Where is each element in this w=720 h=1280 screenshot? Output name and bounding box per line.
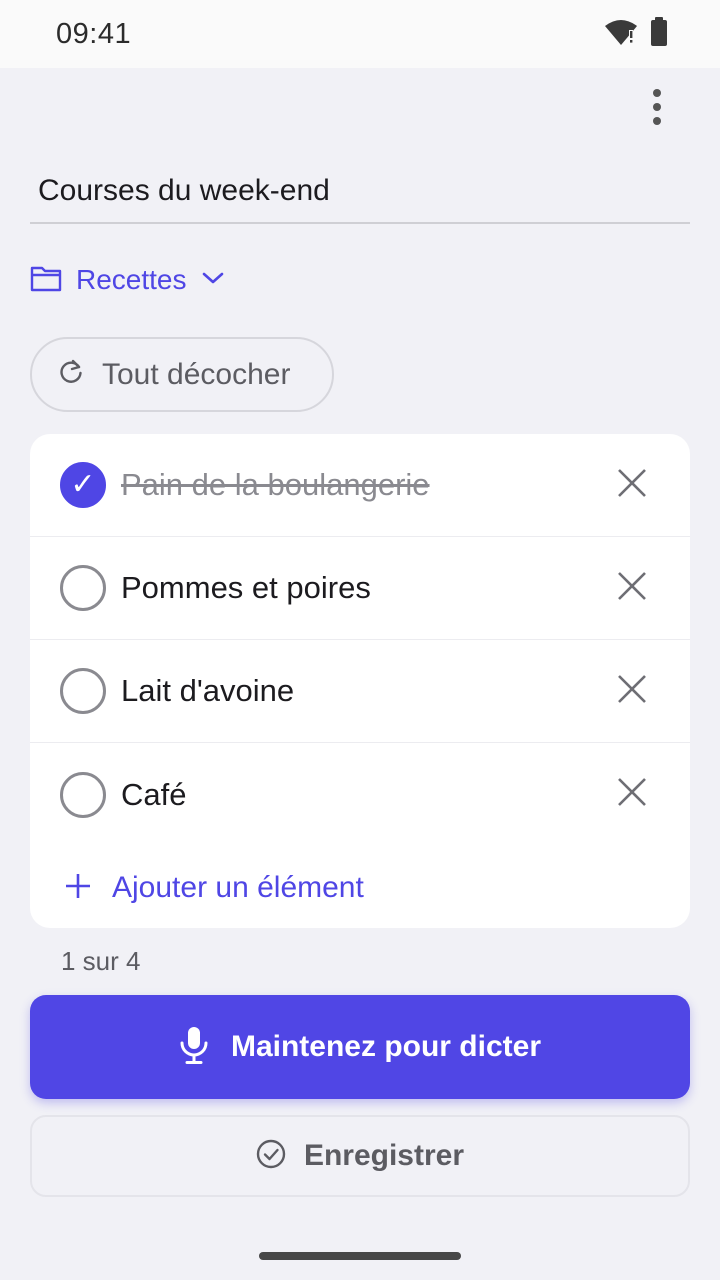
dictate-label: Maintenez pour dicter bbox=[230, 1030, 542, 1063]
battery-full-icon bbox=[650, 16, 668, 52]
item-checkbox[interactable] bbox=[60, 668, 106, 714]
microphone-icon bbox=[179, 1025, 209, 1070]
list-title-field[interactable]: Courses du week-end bbox=[30, 160, 690, 224]
save-button[interactable]: Enregistrer bbox=[30, 1115, 690, 1197]
remove-item-button[interactable] bbox=[608, 564, 656, 612]
uncheck-all-label: Tout décocher bbox=[102, 357, 291, 391]
item-checkbox[interactable] bbox=[60, 771, 106, 818]
check-icon: ✓ bbox=[70, 468, 96, 501]
item-label: Pain de la boulangerie bbox=[121, 467, 430, 502]
wifi-alert-icon bbox=[604, 17, 638, 52]
check-circle-icon bbox=[256, 1139, 286, 1174]
hold-to-dictate-button[interactable]: Maintenez pour dicter bbox=[30, 995, 690, 1099]
list-item: Lait d'avoine bbox=[30, 640, 690, 743]
checked-counter: 1 sur 4 bbox=[61, 946, 141, 976]
status-bar: 09:41 bbox=[0, 0, 720, 68]
list-item: Café bbox=[30, 743, 690, 846]
remove-item-button[interactable] bbox=[608, 771, 656, 819]
chevron-down-icon bbox=[201, 270, 225, 291]
add-item-label: Ajouter un élément bbox=[112, 871, 364, 904]
folder-icon bbox=[30, 264, 62, 297]
close-icon bbox=[616, 570, 648, 607]
close-icon bbox=[616, 776, 648, 813]
close-icon bbox=[616, 673, 648, 710]
add-item-button[interactable]: Ajouter un élément bbox=[64, 864, 364, 912]
uncheck-all-button[interactable]: Tout décocher bbox=[30, 337, 334, 412]
remove-item-button[interactable] bbox=[608, 461, 656, 509]
list-item: Pommes et poires bbox=[30, 537, 690, 640]
item-label: Café bbox=[121, 776, 187, 812]
remove-item-button[interactable] bbox=[608, 667, 656, 715]
more-vert-icon bbox=[652, 88, 662, 131]
close-icon bbox=[616, 467, 648, 504]
home-indicator[interactable] bbox=[259, 1252, 461, 1260]
status-icons bbox=[604, 16, 668, 52]
folder-label: Recettes bbox=[76, 264, 187, 295]
checklist-card: ✓ Pain de la boulangerie Pommes et poire… bbox=[30, 434, 690, 928]
item-label: Pommes et poires bbox=[121, 570, 371, 605]
list-item: ✓ Pain de la boulangerie bbox=[30, 434, 690, 537]
item-checkbox[interactable] bbox=[60, 565, 106, 611]
overflow-menu-button[interactable] bbox=[634, 88, 680, 130]
folder-selector[interactable]: Recettes bbox=[30, 258, 225, 302]
save-label: Enregistrer bbox=[303, 1139, 465, 1172]
item-label: Lait d'avoine bbox=[121, 673, 295, 708]
item-checkbox-checked[interactable]: ✓ bbox=[60, 462, 106, 508]
refresh-icon bbox=[58, 359, 84, 390]
list-title: Courses du week-end bbox=[38, 174, 330, 207]
status-time: 09:41 bbox=[56, 17, 132, 50]
plus-icon bbox=[64, 872, 92, 905]
